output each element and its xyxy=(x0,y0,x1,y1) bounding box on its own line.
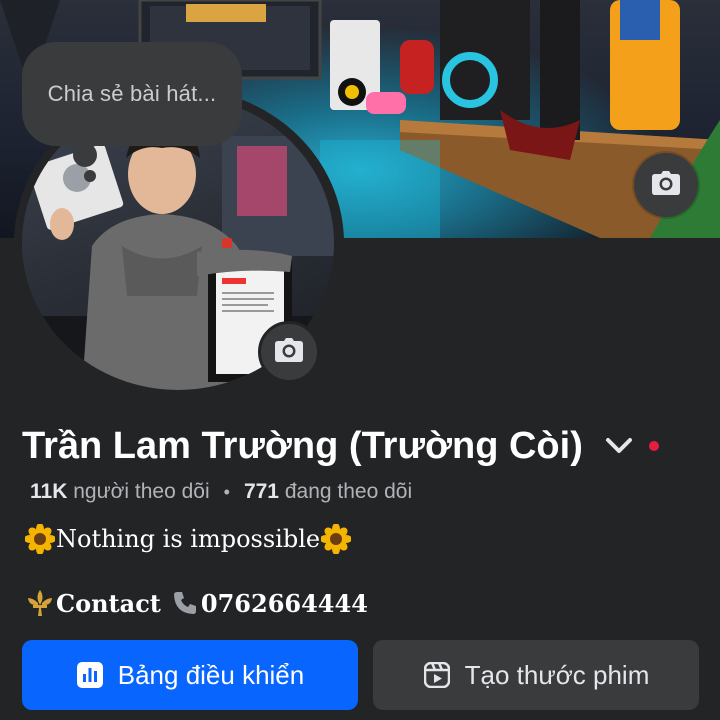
avatar-camera-button[interactable] xyxy=(258,321,320,383)
followers-count[interactable]: 11K xyxy=(30,480,67,504)
following-label[interactable]: đang theo dõi xyxy=(285,480,412,504)
profile-bio: Nothing is impossible xyxy=(24,520,352,558)
status-dot xyxy=(648,441,659,451)
profile-contact: Contact 0762664444 xyxy=(24,584,368,622)
create-reel-label: Tạo thước phim xyxy=(464,659,650,690)
phone-icon xyxy=(169,587,201,619)
cover-camera-button[interactable] xyxy=(634,153,698,217)
contact-phone[interactable]: 0762664444 xyxy=(201,589,368,618)
followers-label[interactable]: người theo dõi xyxy=(73,480,209,504)
chevron-down-icon[interactable] xyxy=(603,430,635,462)
note-bubble[interactable]: Chia sẻ bài hát... xyxy=(22,42,242,146)
sunflower-icon xyxy=(24,523,56,555)
sunflower-icon xyxy=(320,523,352,555)
following-count[interactable]: 771 xyxy=(244,480,279,504)
dashboard-label: Bảng điều khiển xyxy=(117,659,305,690)
profile-header: Trần Lam Trường (Trường Còi) xyxy=(22,418,712,474)
reel-icon xyxy=(423,661,451,689)
bar-chart-icon xyxy=(76,661,104,689)
note-bubble-tail xyxy=(73,143,97,167)
note-bubble-tail-small xyxy=(84,170,96,182)
fleur-de-lis-icon xyxy=(24,587,56,619)
dashboard-button[interactable]: Bảng điều khiển xyxy=(22,640,358,710)
stats-separator: • xyxy=(223,481,230,502)
camera-icon xyxy=(275,337,303,367)
contact-label: Contact xyxy=(56,588,161,618)
camera-icon xyxy=(652,170,680,200)
create-reel-button[interactable]: Tạo thước phim xyxy=(373,640,699,710)
bio-text: Nothing is impossible xyxy=(56,525,321,553)
note-placeholder: Chia sẻ bài hát... xyxy=(47,81,217,106)
profile-name: Trần Lam Trường (Trường Còi) xyxy=(22,424,583,467)
profile-stats: 11K người theo dõi • 771 đang theo dõi xyxy=(30,478,412,506)
